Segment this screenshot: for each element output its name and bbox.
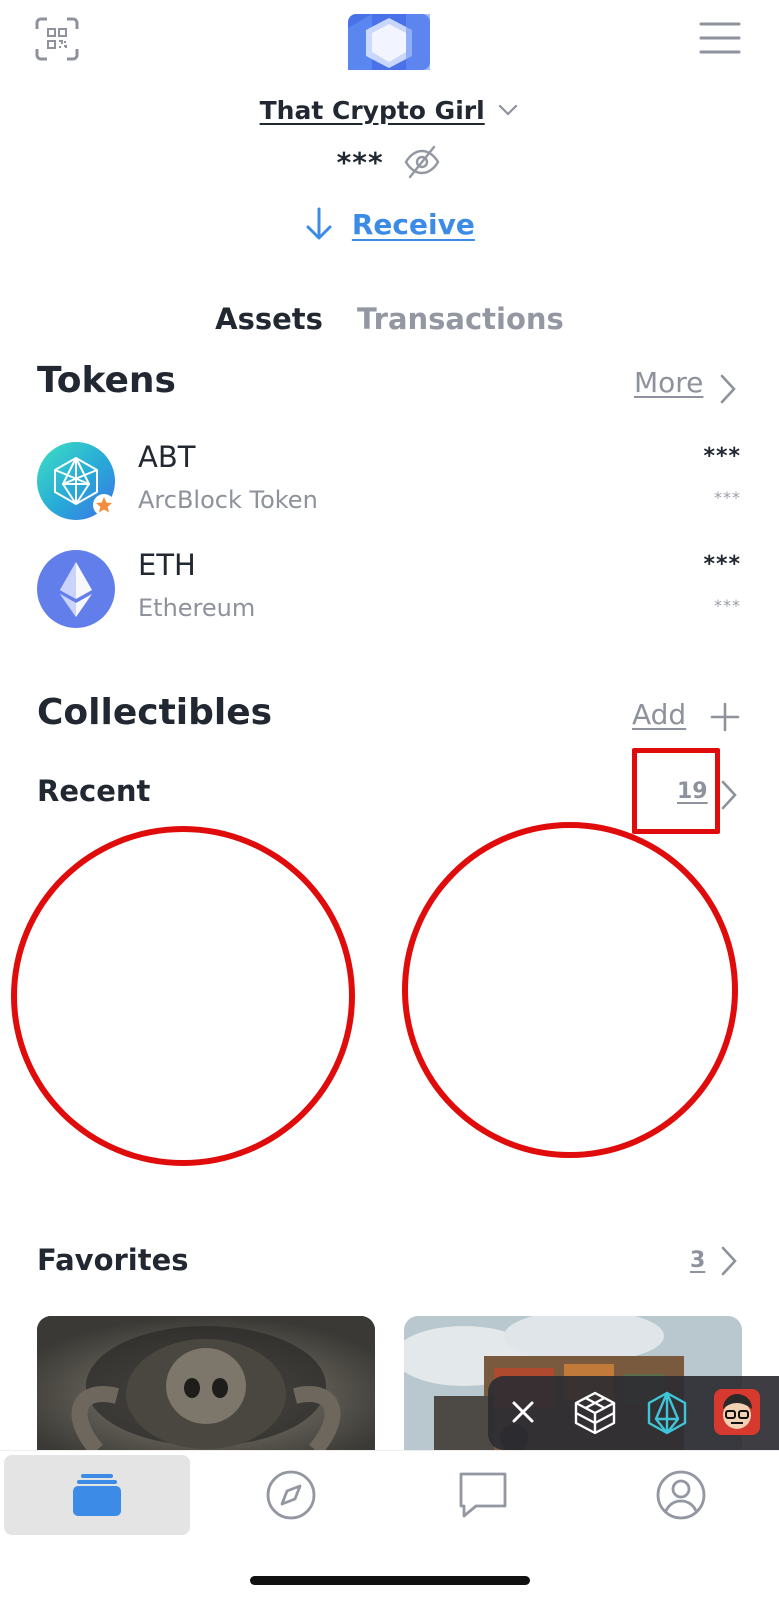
annotation-highlight-box: [632, 748, 720, 834]
token-name: Ethereum: [138, 594, 256, 622]
tab-transactions[interactable]: Transactions: [357, 302, 564, 336]
favorite-nft-card[interactable]: [37, 1316, 375, 1450]
account-selector[interactable]: That Crypto Girl: [0, 96, 779, 125]
nav-explore[interactable]: [198, 1455, 384, 1535]
token-name: ArcBlock Token: [138, 486, 318, 514]
floating-dapp-bar: [488, 1376, 779, 1450]
tokens-title: Tokens: [37, 360, 176, 401]
avatar-app-icon[interactable]: [714, 1389, 760, 1435]
token-symbol[interactable]: ABT: [138, 440, 195, 474]
home-indicator: [250, 1576, 530, 1585]
recent-label: Recent: [37, 774, 151, 808]
favorites-count-link[interactable]: 3: [690, 1248, 705, 1273]
favorites-label: Favorites: [37, 1243, 189, 1277]
chevron-right-icon[interactable]: [718, 778, 740, 812]
chevron-right-icon[interactable]: [717, 372, 739, 406]
user-icon: [656, 1470, 706, 1520]
token-symbol[interactable]: ETH: [138, 548, 196, 582]
account-name[interactable]: That Crypto Girl: [260, 96, 485, 125]
annotation-circle: [11, 826, 355, 1166]
ethereum-icon: [37, 550, 115, 628]
arcblock-app-icon[interactable]: [644, 1389, 690, 1435]
menu-icon[interactable]: [698, 20, 742, 56]
chevron-down-icon[interactable]: [497, 98, 519, 120]
collectibles-add-link[interactable]: Add: [632, 698, 686, 731]
receive-button[interactable]: Receive: [0, 206, 779, 242]
collectibles-title: Collectibles: [37, 692, 273, 733]
annotation-circle: [402, 822, 738, 1158]
arrow-down-icon: [304, 206, 334, 242]
token-amount: ***: [703, 552, 741, 577]
tab-bar: Assets Transactions: [0, 302, 779, 336]
balance-value: ***: [336, 146, 384, 179]
compass-icon: [266, 1470, 316, 1520]
eye-hidden-icon[interactable]: [402, 142, 442, 182]
balance-display: ***: [0, 142, 779, 182]
nav-messages[interactable]: [390, 1455, 576, 1535]
token-fiat-value: ***: [714, 488, 741, 507]
chevron-right-icon[interactable]: [718, 1244, 740, 1278]
receive-label[interactable]: Receive: [352, 208, 475, 241]
chat-icon: [459, 1472, 507, 1518]
nav-wallet[interactable]: [4, 1455, 190, 1535]
close-icon[interactable]: [500, 1389, 546, 1435]
tab-assets[interactable]: Assets: [215, 302, 323, 336]
token-fiat-value: ***: [714, 596, 741, 615]
cube-app-icon[interactable]: [572, 1389, 618, 1435]
tokens-more-link[interactable]: More: [634, 366, 703, 399]
plus-icon[interactable]: [710, 702, 740, 732]
scan-qr-icon[interactable]: [34, 16, 80, 62]
nav-profile[interactable]: [588, 1455, 774, 1535]
app-logo: [348, 14, 430, 70]
wallet-icon: [73, 1474, 121, 1516]
token-amount: ***: [703, 444, 741, 469]
arcblock-icon: [37, 442, 115, 520]
